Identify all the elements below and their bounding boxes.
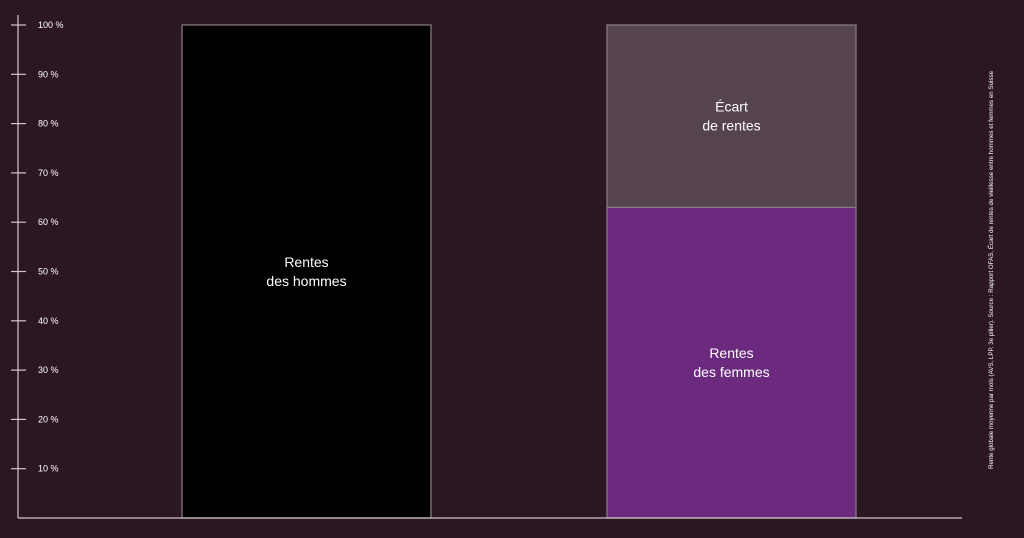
- y-tick-label-40: 40 %: [38, 316, 59, 326]
- y-tick-label-80: 80 %: [38, 119, 59, 129]
- y-tick-label-10: 10 %: [38, 464, 59, 474]
- bar-1-segment-1-label-line-1: Rentes: [284, 254, 328, 270]
- bar-1-segment-1: [181, 24, 432, 519]
- chart-root: 10 % 20 % 30 % 40 % 50 % 60 % 70 % 80 % 90 % 100 …: [0, 0, 1024, 538]
- y-tick-label-60: 60 %: [38, 217, 59, 227]
- bars-layer: [181, 24, 857, 519]
- y-tick-label-100: 100 %: [38, 20, 64, 30]
- bar-2-segment-2-label-line-2: de rentes: [702, 118, 760, 134]
- source-note: Rente globale moyenne par mois (AVS, LPP…: [988, 70, 995, 469]
- stacked-bar-chart: 10 % 20 % 30 % 40 % 50 % 60 % 70 % 80 % 90 % 100 …: [11, 15, 995, 519]
- y-tick-label-90: 90 %: [38, 69, 59, 79]
- y-tick-label-20: 20 %: [38, 414, 59, 424]
- bar-2-segment-2-label-line-1: Écart: [715, 99, 748, 115]
- bar-1-segment-1-label-line-2: des hommes: [266, 273, 346, 289]
- y-tick-label-70: 70 %: [38, 168, 59, 178]
- bar-2-segment-1-label-line-1: Rentes: [709, 345, 753, 361]
- bar-2-segment-1-label-line-2: des femmes: [693, 364, 769, 380]
- y-tick-label-30: 30 %: [38, 365, 59, 375]
- y-tick-label-50: 50 %: [38, 267, 59, 277]
- bar-2-segment-1: [606, 206, 857, 519]
- bar-2-segment-2: [606, 24, 857, 209]
